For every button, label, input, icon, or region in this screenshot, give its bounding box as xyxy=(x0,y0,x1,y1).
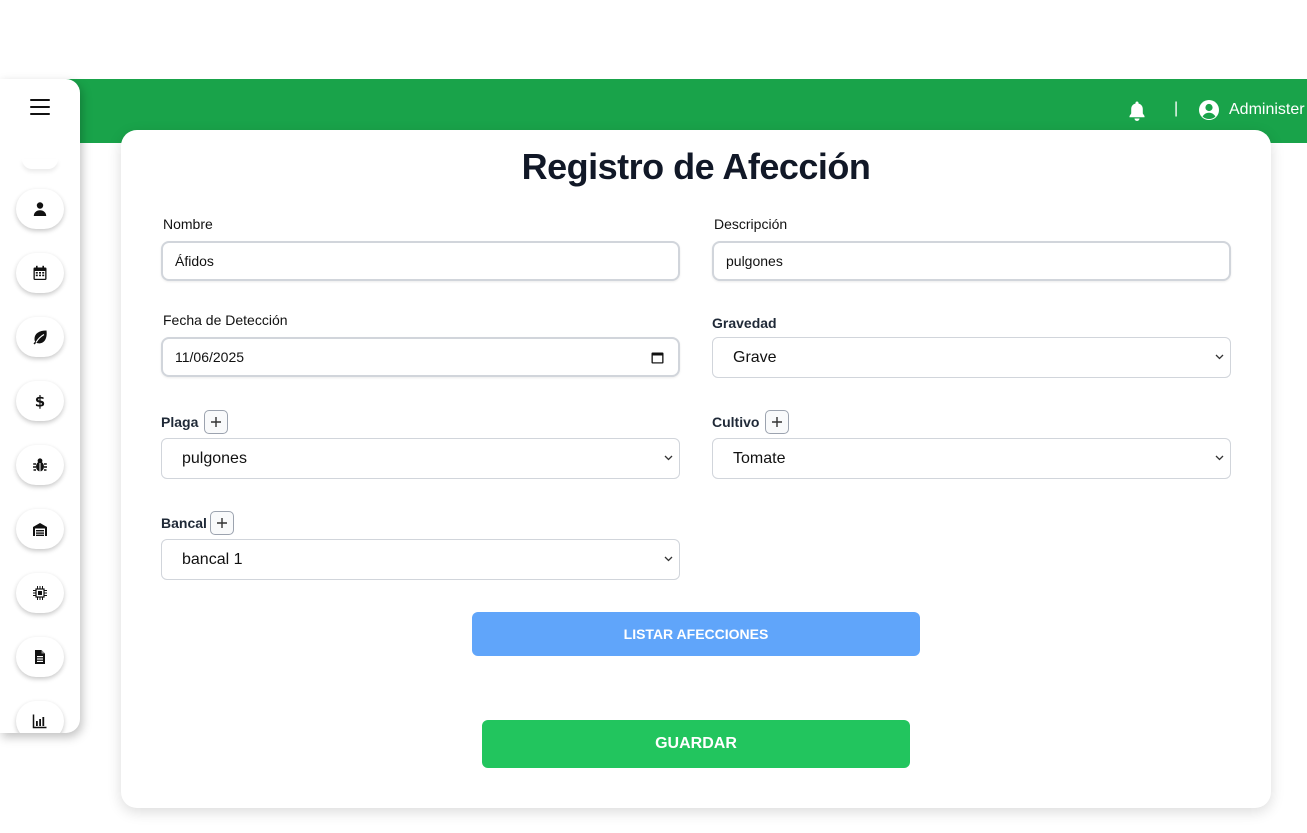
plus-icon xyxy=(217,518,227,528)
fecha-input[interactable]: 11/06/2025 xyxy=(161,337,680,377)
descripcion-input[interactable]: pulgones xyxy=(712,241,1231,281)
cultivo-label: Cultivo xyxy=(712,414,760,430)
header-separator: | xyxy=(1174,100,1179,117)
nombre-label: Nombre xyxy=(163,216,213,232)
sidebar-item-pests[interactable] xyxy=(16,445,64,485)
bell-icon[interactable] xyxy=(1127,100,1147,122)
sidebar-item-crops[interactable] xyxy=(16,317,64,357)
bug-icon xyxy=(33,458,47,472)
plaga-select[interactable]: pulgones xyxy=(161,438,680,479)
add-cultivo-button[interactable] xyxy=(765,410,789,434)
warehouse-icon xyxy=(33,523,47,536)
sidebar-item-iot[interactable] xyxy=(16,573,64,613)
document-icon xyxy=(35,650,45,664)
cultivo-value: Tomate xyxy=(733,450,786,467)
user-name[interactable]: Administer xyxy=(1229,101,1305,119)
add-bancal-button[interactable] xyxy=(210,511,234,535)
sidebar-item-stats[interactable] xyxy=(16,701,64,733)
chevron-down-icon xyxy=(664,556,673,562)
sidebar-item-users[interactable] xyxy=(16,189,64,229)
plus-icon xyxy=(772,417,782,427)
descripcion-label: Descripción xyxy=(714,216,788,232)
svg-text:$: $ xyxy=(35,393,45,409)
nombre-input[interactable]: Áfidos xyxy=(161,241,680,281)
sidebar-item-finance[interactable]: $ xyxy=(16,381,64,421)
bancal-select[interactable]: bancal 1 xyxy=(161,539,680,580)
calendar-icon xyxy=(33,265,47,280)
page-title: Registro de Afección xyxy=(521,146,871,187)
bancal-value: bancal 1 xyxy=(182,551,243,568)
user-icon xyxy=(33,202,47,216)
plus-icon xyxy=(211,417,221,427)
dollar-icon: $ xyxy=(35,393,45,409)
chevron-down-icon xyxy=(1215,354,1224,360)
gravedad-label: Gravedad xyxy=(712,315,777,331)
microchip-icon xyxy=(33,586,47,600)
sidebar-item-reports[interactable] xyxy=(16,637,64,677)
gravedad-select[interactable]: Grave xyxy=(712,337,1231,378)
user-circle-icon[interactable] xyxy=(1198,99,1220,121)
sidebar-item-warehouse[interactable] xyxy=(16,509,64,549)
leaf-icon xyxy=(33,330,47,345)
chevron-down-icon xyxy=(664,455,673,461)
plaga-value: pulgones xyxy=(182,450,247,467)
sidebar-item-calendar[interactable] xyxy=(16,253,64,293)
sidebar: $ xyxy=(0,79,80,733)
chart-icon xyxy=(32,714,47,729)
plaga-label: Plaga xyxy=(161,414,199,430)
gravedad-value: Grave xyxy=(733,349,777,366)
add-plaga-button[interactable] xyxy=(204,410,228,434)
list-afecciones-button[interactable]: LISTAR AFECCIONES xyxy=(472,612,920,656)
save-button[interactable]: GUARDAR xyxy=(482,720,910,768)
cultivo-select[interactable]: Tomate xyxy=(712,438,1231,479)
fecha-label: Fecha de Detección xyxy=(163,312,288,328)
hamburger-menu-icon[interactable] xyxy=(30,99,50,115)
calendar-picker-icon[interactable] xyxy=(651,351,664,364)
bancal-label: Bancal xyxy=(161,515,207,531)
sidebar-divider xyxy=(22,159,58,169)
chevron-down-icon xyxy=(1215,455,1224,461)
fecha-value: 11/06/2025 xyxy=(175,349,245,365)
